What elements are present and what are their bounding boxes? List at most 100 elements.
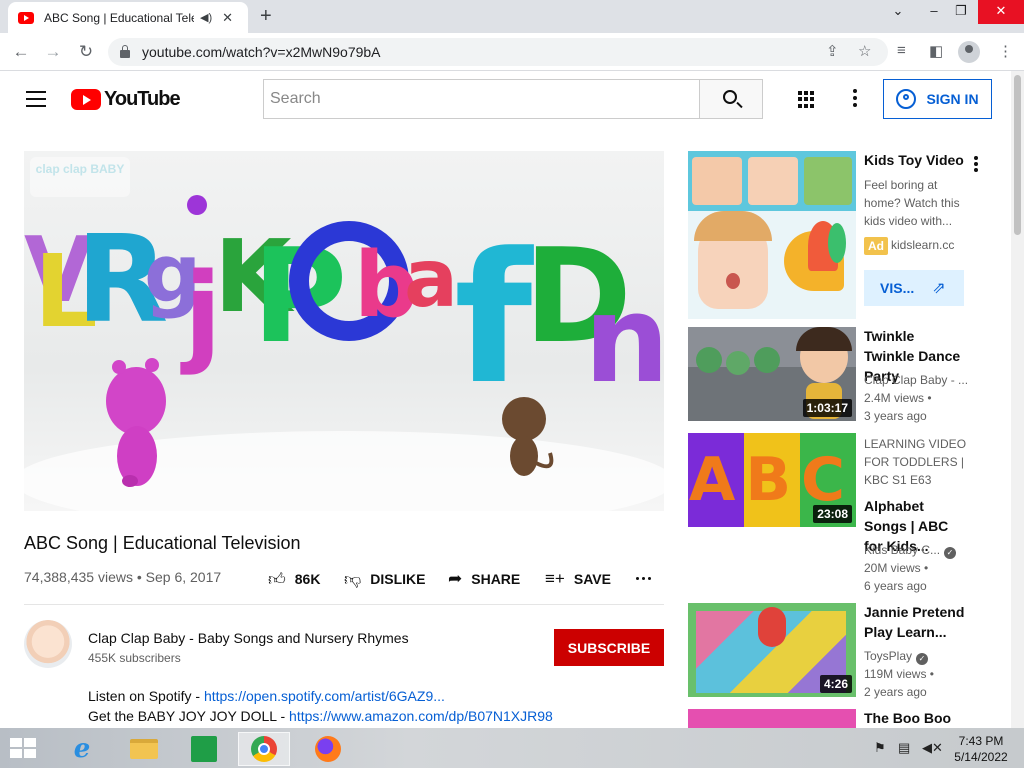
related-channel[interactable]: Clap Clap Baby - ...: [864, 371, 974, 389]
ad-thumb-strip: [688, 151, 856, 211]
browser-tab[interactable]: ABC Song | Educational Tele ◀) ✕: [8, 2, 248, 33]
profile-avatar-icon[interactable]: [958, 41, 980, 63]
scrollbar-thumb[interactable]: [1014, 75, 1021, 235]
page-scrollbar[interactable]: [1011, 71, 1024, 728]
ad-title[interactable]: Kids Toy Video: [864, 152, 964, 168]
related-thumbnail[interactable]: 4:26: [688, 603, 856, 697]
omnibox[interactable]: youtube.com/watch?v=x2MwN9o79bA: [108, 38, 888, 66]
related-age: 2 years ago: [864, 685, 927, 699]
more-actions-icon[interactable]: [636, 577, 651, 580]
related-age: 3 years ago: [864, 409, 927, 423]
apps-grid-icon[interactable]: [798, 91, 815, 108]
share-arrow-icon: ➦: [448, 569, 463, 588]
ad-domain: kidslearn.cc: [891, 238, 955, 252]
subscribe-button[interactable]: SUBSCRIBE: [554, 629, 664, 666]
channel-avatar[interactable]: [24, 620, 72, 668]
subscriber-count: 455K subscribers: [88, 651, 181, 665]
youtube-logo[interactable]: YouTube: [71, 88, 181, 111]
browser-menu-icon[interactable]: ⋮: [998, 42, 1013, 60]
dislike-button[interactable]: 👎︎ DISLIKE: [344, 569, 426, 589]
action-center-flag-icon[interactable]: ⚑: [874, 740, 886, 756]
file-explorer-icon[interactable]: [118, 732, 170, 766]
media-queue-icon[interactable]: ≡: [897, 42, 906, 59]
ad-description: Feel boring at home? Watch this kids vid…: [864, 178, 960, 228]
restore-icon[interactable]: ❐: [941, 0, 981, 24]
windows-taskbar: e ⚑ ▤ ◀✕ 7:43 PM 5/14/2022: [0, 728, 1024, 768]
description-text: Get the BABY JOY JOY DOLL -: [88, 708, 290, 724]
video-frame-illustration: V L R g j K P b a f D n: [24, 195, 664, 511]
related-views: 2.4M views •: [864, 391, 932, 405]
new-tab-icon[interactable]: +: [260, 5, 272, 28]
related-meta: Clap Clap Baby - ... 2.4M views • 3 year…: [864, 371, 974, 425]
related-meta: Kids Baby C... ✓ 20M views • 6 years ago: [864, 541, 974, 595]
amazon-link[interactable]: https://www.amazon.com/dp/B07N1XJR98: [289, 708, 553, 724]
share-label: SHARE: [471, 571, 521, 587]
hamburger-menu-icon[interactable]: [26, 91, 46, 107]
youtube-header: YouTube SIGN IN: [0, 71, 1024, 127]
like-count: 86K: [294, 571, 321, 587]
firefox-icon[interactable]: [302, 732, 354, 766]
related-age: 6 years ago: [864, 579, 927, 593]
video-duration: 23:08: [813, 505, 852, 523]
thumbs-up-icon: 👍︎: [268, 569, 286, 589]
sign-in-button[interactable]: SIGN IN: [883, 79, 992, 119]
video-player[interactable]: V L R g j K P b a f D n clap clap BABY: [24, 151, 664, 511]
network-icon[interactable]: ▤: [898, 740, 910, 756]
forward-icon[interactable]: →: [42, 41, 64, 63]
related-thumbnail[interactable]: 1:03:17: [688, 327, 856, 421]
speaker-icon[interactable]: ◀): [200, 11, 212, 24]
tab-close-icon[interactable]: ✕: [222, 10, 233, 26]
internet-explorer-icon[interactable]: e: [56, 732, 108, 766]
window-close-icon[interactable]: ✕: [978, 0, 1024, 24]
video-duration: 1:03:17: [802, 399, 852, 417]
verified-check-icon: ✓: [944, 547, 957, 559]
description-text: Listen on Spotify -: [88, 688, 204, 704]
svg-text:n: n: [584, 271, 664, 410]
back-icon[interactable]: ←: [10, 41, 32, 63]
store-icon[interactable]: [178, 732, 230, 766]
sign-in-label: SIGN IN: [926, 91, 979, 107]
browser-tab-strip: ABC Song | Educational Tele ◀) ✕ + ⌄ – ❐…: [0, 0, 1024, 33]
related-title[interactable]: Jannie Pretend Play Learn...: [864, 602, 968, 642]
dislike-label: DISLIKE: [370, 571, 426, 587]
system-clock[interactable]: 7:43 PM 5/14/2022: [942, 733, 1020, 765]
volume-muted-icon[interactable]: ◀✕: [922, 740, 943, 756]
address-toolbar: ← → ↻ youtube.com/watch?v=x2MwN9o79bA ⇪ …: [0, 33, 1024, 71]
related-meta: ToysPlay ✓ 119M views • 2 years ago: [864, 647, 974, 701]
visit-label: VIS...: [880, 280, 915, 296]
ad-thumb-main: [688, 211, 856, 319]
related-thumbnail[interactable]: [688, 709, 856, 728]
tab-search-icon[interactable]: ⌄: [878, 0, 918, 24]
related-series: LEARNING VIDEO FOR TODDLERS | KBC S1 E63: [864, 437, 967, 487]
channel-name[interactable]: Clap Clap Baby - Baby Songs and Nursery …: [88, 630, 409, 646]
side-panel-icon[interactable]: ◧: [929, 42, 943, 60]
clock-date: 5/14/2022: [954, 750, 1008, 764]
save-label: SAVE: [573, 571, 611, 587]
playlist-add-icon: ≡+: [545, 569, 565, 588]
like-button[interactable]: 👍︎ 86K: [268, 569, 320, 589]
video-duration: 4:26: [819, 675, 852, 693]
ad-more-icon[interactable]: [974, 156, 978, 174]
related-channel[interactable]: Kids Baby C...: [864, 543, 940, 557]
bookmark-star-icon[interactable]: ☆: [858, 42, 871, 60]
share-button[interactable]: ➦ SHARE: [448, 569, 520, 589]
share-page-icon[interactable]: ⇪: [826, 42, 839, 60]
reload-icon[interactable]: ↻: [75, 41, 97, 63]
related-thumbnail[interactable]: ABC 23:08: [688, 433, 856, 527]
chrome-icon[interactable]: [238, 732, 290, 766]
spotify-link[interactable]: https://open.spotify.com/artist/6GAZ9...: [204, 688, 445, 704]
related-channel[interactable]: ToysPlay: [864, 649, 912, 663]
url-text[interactable]: youtube.com/watch?v=x2MwN9o79bA: [142, 44, 381, 60]
visit-site-button[interactable]: VIS... ⇗: [864, 270, 964, 306]
search-input[interactable]: [263, 79, 700, 119]
search-button[interactable]: [699, 79, 763, 119]
video-views-date: 74,388,435 views • Sep 6, 2017: [24, 569, 222, 585]
settings-more-icon[interactable]: [853, 89, 857, 110]
search-icon: [723, 90, 737, 104]
svg-text:f: f: [454, 215, 534, 424]
windows-start-icon[interactable]: [10, 738, 38, 760]
external-link-icon: ⇗: [932, 280, 946, 297]
related-title[interactable]: The Boo Boo: [864, 708, 968, 728]
save-button[interactable]: ≡+ SAVE: [545, 569, 611, 589]
ad-thumbnail[interactable]: [688, 151, 856, 319]
